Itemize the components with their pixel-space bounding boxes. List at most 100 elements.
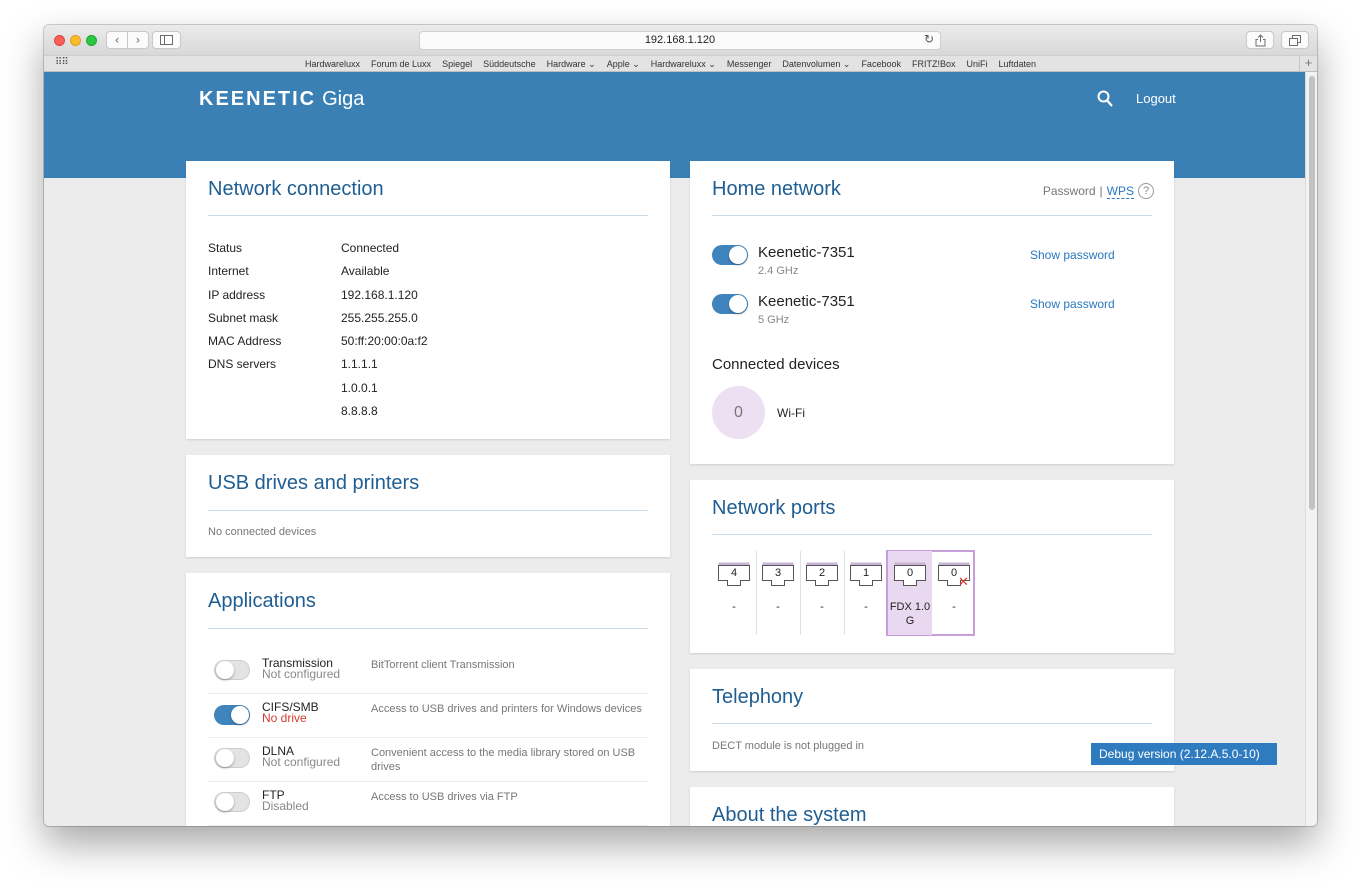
detail-value: 1.0.0.1 xyxy=(341,380,378,395)
wifi-band: 5 GHz xyxy=(758,314,790,326)
sidebar-toggle-button[interactable] xyxy=(152,31,181,49)
detail-key: Status xyxy=(208,241,243,255)
router-web-page: KEENETIC Giga Logout Network connection S… xyxy=(44,72,1317,826)
app-toggle[interactable] xyxy=(214,705,250,725)
bookmark-item[interactable]: Apple ⌄ xyxy=(607,59,640,70)
network-port[interactable]: 0 FDX 1.0 G xyxy=(888,551,932,635)
show-tabs-button[interactable] xyxy=(1281,31,1309,49)
back-button[interactable]: ‹ xyxy=(106,31,128,49)
detail-key: Subnet mask xyxy=(208,310,279,325)
app-description: Access to USB drives via FTP xyxy=(371,791,518,803)
detail-value: 1.1.1.1 xyxy=(341,357,378,372)
url-text: 192.168.1.120 xyxy=(644,34,716,46)
detail-row: IP address 192.168.1.120 xyxy=(208,288,428,311)
port-separator xyxy=(756,551,757,635)
port-number: 2 xyxy=(818,567,826,579)
device-count-circle[interactable]: 0 xyxy=(712,386,765,439)
toggle-knob xyxy=(729,246,747,264)
bookmark-item[interactable]: Süddeutsche xyxy=(483,59,536,70)
app-name-block: CIFS/SMB No drive xyxy=(262,701,319,724)
usb-card: USB drives and printers No connected dev… xyxy=(186,455,670,557)
app-description: BitTorrent client Transmission xyxy=(371,659,515,671)
close-window-button[interactable] xyxy=(54,35,65,46)
brand-logo[interactable]: KEENETIC Giga xyxy=(199,88,364,111)
port-status: - xyxy=(732,601,736,613)
divider xyxy=(208,215,648,216)
detail-key: MAC Address xyxy=(208,334,282,349)
card-title[interactable]: About the system xyxy=(712,804,867,826)
show-password-link[interactable]: Show password xyxy=(1030,297,1115,311)
detail-row: Subnet mask 255.255.255.0 xyxy=(208,311,428,334)
bookmarks-bar: ⠿⠿ Hardwareluxx Forum de Luxx Spiegel Südde… xyxy=(44,55,1317,72)
detail-value: 8.8.8.8 xyxy=(341,404,378,419)
network-ports-card: Network ports 4-3-2-1-0 FDX 1.0 G 0- ✕ xyxy=(690,480,1174,653)
address-bar[interactable]: 192.168.1.120 ↻ xyxy=(419,31,941,50)
wifi-toggle[interactable] xyxy=(712,245,748,265)
bookmark-item[interactable]: Facebook xyxy=(861,59,901,70)
link-separator: | xyxy=(1099,184,1103,198)
show-password-link[interactable]: Show password xyxy=(1030,248,1115,262)
card-title[interactable]: Network connection xyxy=(208,178,384,201)
grid-icon[interactable]: ⠿⠿ xyxy=(55,57,69,68)
network-port[interactable]: 3- xyxy=(756,551,800,635)
bookmark-item[interactable]: UniFi xyxy=(966,59,987,70)
network-port[interactable]: 4- xyxy=(712,551,756,635)
bookmark-item[interactable]: Luftdaten xyxy=(999,59,1037,70)
network-port[interactable]: 2- xyxy=(800,551,844,635)
app-description: Convenient access to the media library s… xyxy=(371,747,636,773)
port-status: - xyxy=(952,601,956,613)
connected-devices-title: Connected devices xyxy=(712,356,840,373)
card-title[interactable]: Applications xyxy=(208,590,316,613)
logout-link[interactable]: Logout xyxy=(1136,91,1176,106)
model-name: Giga xyxy=(322,88,365,110)
about-card: About the system xyxy=(690,787,1174,826)
scrollbar-thumb[interactable] xyxy=(1309,76,1315,510)
search-icon[interactable] xyxy=(1097,90,1113,108)
wifi-toggle[interactable] xyxy=(712,294,748,314)
toggle-knob xyxy=(231,706,249,724)
detail-row: MAC Address 50:ff:20:00:0a:f2 xyxy=(208,334,428,357)
maximize-window-button[interactable] xyxy=(86,35,97,46)
card-title[interactable]: Telephony xyxy=(712,686,803,709)
bookmark-item[interactable]: Datenvolumen ⌄ xyxy=(782,59,850,70)
forward-button[interactable]: › xyxy=(127,31,149,49)
bookmark-item[interactable]: Spiegel xyxy=(442,59,472,70)
app-toggle[interactable] xyxy=(214,660,250,680)
network-port[interactable]: 0 - ✕ xyxy=(932,551,976,635)
app-state: Not configured xyxy=(262,755,341,769)
app-name-block: Transmission Not configured xyxy=(262,657,340,680)
network-connection-card: Network connection Status Connected Intern… xyxy=(186,161,670,439)
app-toggle[interactable] xyxy=(214,748,250,768)
bookmark-item[interactable]: Hardwareluxx xyxy=(305,59,360,70)
divider xyxy=(712,215,1152,216)
bookmark-item[interactable]: Forum de Luxx xyxy=(371,59,431,70)
network-port[interactable]: 1- xyxy=(844,551,888,635)
share-button[interactable] xyxy=(1246,31,1274,49)
debug-version-badge: Debug version (2.12.A.5.0-10) xyxy=(1091,743,1277,765)
port-number: 0 xyxy=(950,567,958,579)
card-title[interactable]: USB drives and printers xyxy=(208,472,419,495)
help-icon[interactable]: ? xyxy=(1138,183,1154,199)
port-separator xyxy=(800,551,801,635)
port-number: 0 xyxy=(906,567,914,579)
port-status: - xyxy=(776,601,780,613)
application-row: FTP Disabled Access to USB drives via FTP xyxy=(208,782,648,826)
detail-key xyxy=(208,381,341,404)
bookmark-item[interactable]: Hardwareluxx ⌄ xyxy=(651,59,716,70)
detail-value: Connected xyxy=(341,241,400,255)
new-tab-button[interactable]: + xyxy=(1299,55,1317,72)
divider xyxy=(712,723,1152,724)
app-toggle[interactable] xyxy=(214,792,250,812)
detail-value: 50:ff:20:00:0a:f2 xyxy=(341,334,428,349)
share-icon xyxy=(1255,33,1265,46)
page-scrollbar[interactable] xyxy=(1305,72,1317,826)
card-title[interactable]: Network ports xyxy=(712,497,835,520)
card-title[interactable]: Home network xyxy=(712,178,841,201)
minimize-window-button[interactable] xyxy=(70,35,81,46)
bookmark-item[interactable]: Hardware ⌄ xyxy=(547,59,596,70)
bookmark-item[interactable]: FRITZ!Box xyxy=(912,59,956,70)
password-link[interactable]: Password xyxy=(1043,184,1096,198)
wps-link[interactable]: WPS xyxy=(1106,184,1134,199)
reload-icon[interactable]: ↻ xyxy=(924,32,934,46)
bookmark-item[interactable]: Messenger xyxy=(727,59,772,70)
